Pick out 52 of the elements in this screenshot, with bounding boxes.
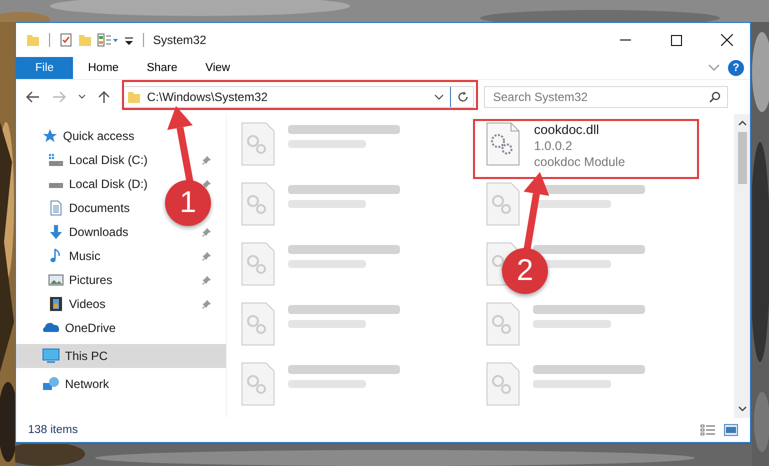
address-path: C:\Windows\System32 — [147, 90, 269, 104]
folder-icon — [127, 90, 141, 104]
recent-locations-icon[interactable] — [78, 94, 86, 100]
monitor-icon — [42, 348, 60, 364]
nav-item[interactable]: Documents — [69, 201, 130, 215]
search-icon[interactable] — [709, 91, 721, 103]
item-count: 138 items — [28, 424, 78, 436]
nav-item[interactable]: Pictures — [69, 273, 112, 287]
scroll-thumb[interactable] — [738, 132, 746, 184]
drive-icon — [48, 152, 64, 168]
file-name: cookdoc.dll — [534, 122, 600, 138]
window-title: System32 — [153, 33, 206, 47]
document-icon — [48, 200, 64, 216]
picture-icon — [48, 272, 64, 288]
dropdown-icon[interactable] — [434, 94, 444, 100]
large-icons-view-icon[interactable] — [724, 424, 738, 436]
nav-item[interactable]: Quick access — [63, 129, 134, 143]
refresh-icon[interactable] — [457, 91, 469, 103]
back-icon[interactable] — [26, 91, 40, 103]
file-tab[interactable]: File — [16, 57, 73, 79]
properties-icon[interactable] — [59, 33, 73, 47]
nav-item[interactable]: Local Disk (C:) — [69, 153, 148, 167]
nav-item[interactable]: Local Disk (D:) — [69, 177, 148, 191]
drive-icon — [48, 183, 64, 189]
ribbon-tab[interactable]: Home — [73, 57, 132, 79]
help-button[interactable]: ? — [728, 60, 744, 76]
film-icon — [48, 296, 64, 312]
maximize-icon — [670, 34, 682, 46]
expand-ribbon-icon[interactable] — [708, 64, 720, 72]
download-icon — [48, 224, 64, 240]
search-field[interactable]: Search System32 — [484, 86, 728, 108]
up-icon[interactable] — [98, 90, 110, 104]
nav-item[interactable]: Network — [65, 377, 110, 391]
nav-item[interactable]: OneDrive — [65, 321, 116, 335]
view-options-icon[interactable] — [97, 33, 119, 47]
nav-item[interactable]: This PC — [65, 349, 108, 363]
nav-item[interactable]: Downloads — [69, 225, 128, 239]
scrollbar[interactable] — [734, 114, 750, 418]
file-icon — [486, 122, 520, 166]
close-icon — [721, 34, 733, 46]
file-detail: cookdoc Module — [534, 154, 626, 170]
details-view-icon[interactable] — [700, 424, 716, 436]
minimize-icon — [620, 39, 630, 41]
nav-item[interactable]: Videos — [69, 297, 106, 311]
network-icon — [42, 376, 60, 392]
scroll-up-icon[interactable] — [738, 120, 746, 126]
ribbon-tab[interactable]: View — [190, 57, 244, 79]
star-icon — [42, 128, 58, 144]
file-detail: 1.0.0.2 — [534, 138, 574, 154]
ribbon-tab[interactable]: Share — [132, 57, 190, 79]
nav-item[interactable]: Music — [69, 249, 100, 263]
scroll-down-icon[interactable] — [738, 406, 746, 412]
